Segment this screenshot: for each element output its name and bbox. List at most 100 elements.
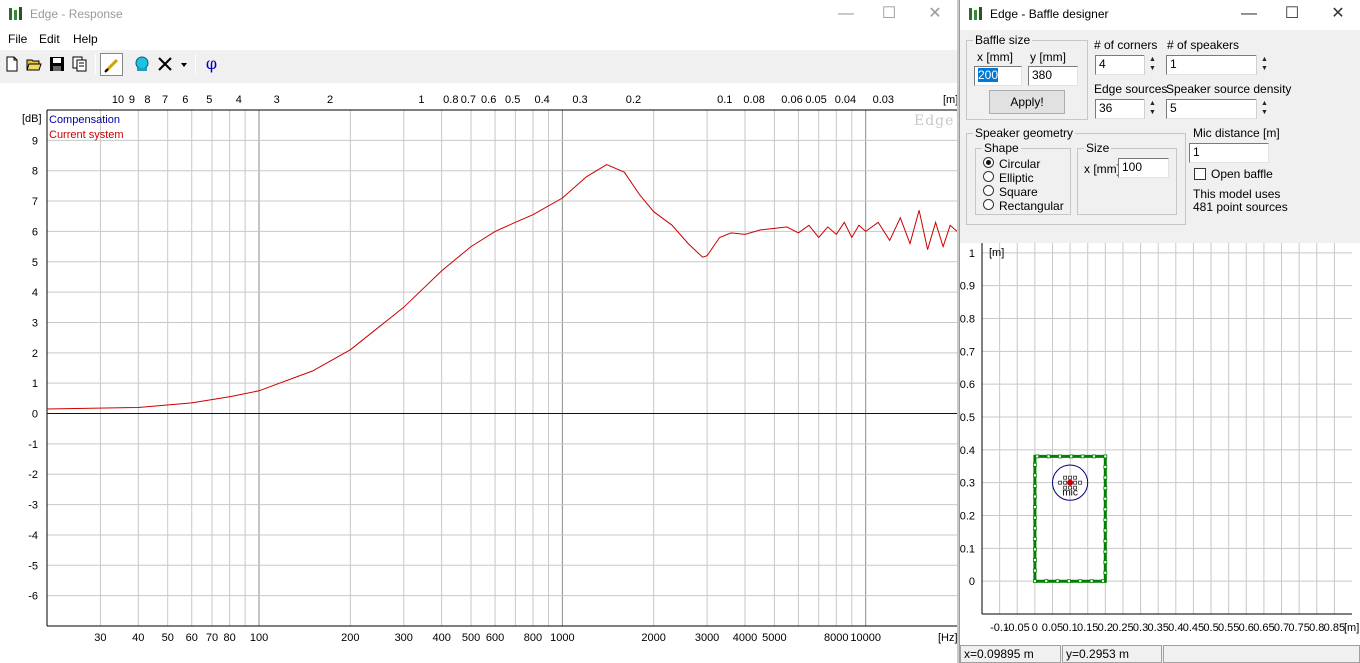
edge-source-point [1032,515,1037,520]
top-tick-label: 0.7 [461,94,476,106]
edge-source-point [1103,560,1108,565]
baffle-x-input[interactable]: 200 [974,66,1022,86]
open-folder-icon[interactable] [23,53,46,76]
y-tick-label: -4 [28,530,38,542]
speaker-icon[interactable] [131,53,154,76]
top-tick-label: 1 [418,94,424,106]
x-tick-label: 100 [250,632,268,644]
edge-source-point [1058,454,1062,459]
minimize-button[interactable]: — [1226,0,1272,30]
x-tick-label: 600 [486,632,504,644]
edge-source-point [1103,486,1108,491]
dropdown-arrow-icon[interactable] [176,53,190,76]
x-tick-label: 60 [186,632,198,644]
top-tick-label: 0.1 [717,94,732,106]
speaker-density-spinner[interactable]: ▲ ▼ [1256,99,1272,119]
copy-icon[interactable] [69,53,92,76]
edge-source-point [1103,528,1108,533]
edge-source-point [1103,507,1108,512]
status-empty [1163,645,1360,663]
corners-input[interactable]: 4 ▲ ▼ [1095,55,1160,75]
baffle-plot: -0.1-0.05 0 0.05 0.1 0.15 0.2 0.25 0.3 0.35 0.4 0.… [960,243,1360,645]
edge-source-point [1069,454,1074,459]
speaker-density-input[interactable]: 5 ▲ ▼ [1166,99,1272,119]
maximize-button[interactable]: ☐ [866,0,912,30]
speakers-spinner[interactable]: ▲ ▼ [1256,55,1272,75]
baffle-window-title: Edge - Baffle designer [990,7,1109,21]
top-tick-label: 0.6 [481,94,496,106]
corners-spinner[interactable]: ▲ ▼ [1144,55,1160,75]
edge-source-point [1044,579,1049,584]
edge-source-point [1046,454,1051,459]
response-window-title: Edge - Response [30,7,123,21]
x-tick-label: 0 [1032,622,1038,634]
save-icon[interactable] [46,53,69,76]
open-baffle-checkbox[interactable] [1194,168,1206,180]
response-top-tick-labels: 10 9 8 7 6 5 4 3 2 1 0.8 0.7 0.6 0.5 0.4 0.3 0.2 0.1 0.08 0… [112,94,894,106]
speaker-source-point [1063,475,1067,480]
close-button[interactable]: ✕ [1315,0,1360,30]
minimize-button[interactable]: — [823,0,869,30]
shape-elliptic-radio[interactable] [983,171,994,182]
y-tick-label: 0 [32,409,38,421]
x-tick-label: 50 [162,632,174,644]
y-tick-label: 0.3 [960,478,975,490]
size-x-input[interactable]: 100 [1118,158,1169,178]
x-tick-label: 0.3 [1133,622,1148,634]
edge-watermark: Edge [914,113,954,129]
edge-source-point [1092,454,1096,459]
baffle-x-value: 200 [978,68,999,82]
edge-sources-value: 36 [1099,101,1113,115]
close-button[interactable]: ✕ [912,0,957,30]
new-file-icon[interactable] [1,53,24,76]
shape-circular-radio[interactable] [983,157,994,168]
x-tick-label: 0.15 [1077,622,1098,634]
corners-value: 4 [1099,57,1106,71]
edge-sources-spinner[interactable]: ▲ ▼ [1144,99,1160,119]
speaker-source-point [1073,480,1077,485]
x-tick-label: 500 [462,632,480,644]
edge-source-point [1032,462,1037,467]
speaker-source-point [1073,475,1077,480]
shape-square-radio[interactable] [983,185,994,196]
speakers-value: 1 [1170,57,1177,71]
y-tick-label: 0.5 [960,412,975,424]
response-titlebar[interactable]: Edge - Response — ☐ ✕ [0,0,957,30]
edge-source-point [1078,579,1083,584]
response-chart: 30 40 50 60 70 80 100 200 300 400 500 600 800 1000 200… [0,83,957,663]
menu-help[interactable]: Help [73,32,98,46]
model-info-line1: This model uses [1193,187,1281,201]
top-tick-label: 5 [206,94,212,106]
response-toolbar: φ [0,50,957,80]
delete-icon[interactable] [154,53,177,76]
x-tick-label: 0.1 [1062,622,1077,634]
corners-label: # of corners [1094,38,1158,52]
legend-current-system: Current system [49,129,124,141]
x-tick-label: 0.25 [1112,622,1133,634]
x-tick-label: 0.8 [1309,622,1324,634]
x-tick-label: 10000 [850,632,881,644]
apply-button[interactable]: Apply! [989,90,1065,114]
y-tick-label: -6 [28,591,38,603]
edge-source-point [1032,526,1037,531]
speaker-density-value: 5 [1170,101,1177,115]
baffle-y-label: y [mm] [1030,50,1066,64]
speakers-input[interactable]: 1 ▲ ▼ [1166,55,1272,75]
phase-icon[interactable]: φ [200,53,223,76]
top-tick-label: 0.5 [505,94,520,106]
edge-source-point [1101,579,1105,584]
menu-file[interactable]: File [8,32,27,46]
edge-sources-input[interactable]: 36 ▲ ▼ [1095,99,1160,119]
top-tick-label: 0.05 [805,94,826,106]
edge-source-point [1032,579,1037,584]
draw-icon[interactable] [100,53,123,76]
top-tick-label: 2 [327,94,333,106]
speakers-label: # of speakers [1167,38,1240,52]
baffle-titlebar[interactable]: Edge - Baffle designer — ☐ ✕ [960,0,1360,30]
baffle-y-input[interactable]: 380 [1028,66,1078,86]
shape-rectangular-radio[interactable] [983,199,994,210]
edge-source-point [1032,473,1037,478]
menu-edit[interactable]: Edit [39,32,60,46]
mic-distance-input[interactable]: 1 [1189,143,1269,163]
maximize-button[interactable]: ☐ [1269,0,1315,30]
